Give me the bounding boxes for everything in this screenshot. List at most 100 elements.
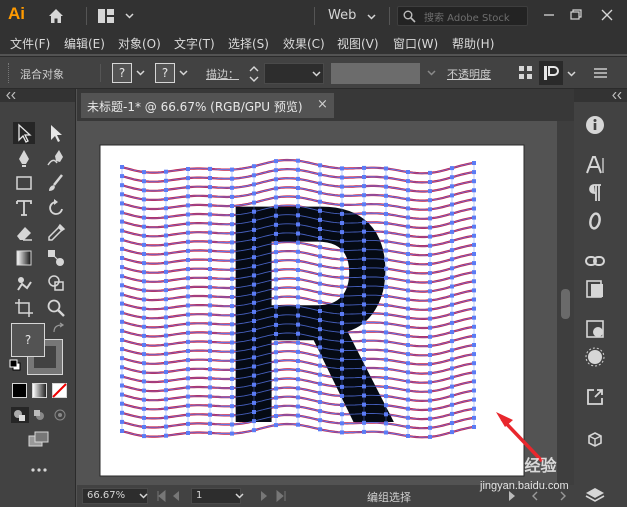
links-panel-icon[interactable] xyxy=(585,251,605,271)
layers-panel-icon[interactable] xyxy=(585,487,605,503)
export-panel-icon[interactable] xyxy=(585,387,605,407)
libraries-panel-icon[interactable] xyxy=(585,431,605,451)
menu-select[interactable]: 选择(S) xyxy=(228,35,269,52)
dock-header[interactable] xyxy=(574,89,627,102)
menu-file[interactable]: 文件(F) xyxy=(10,35,50,52)
anchor-point xyxy=(252,182,256,187)
anchor-point xyxy=(186,212,190,217)
search-icon xyxy=(403,10,416,23)
rotate-tool[interactable] xyxy=(45,197,67,219)
menu-view[interactable]: 视图(V) xyxy=(337,35,379,52)
menu-effect[interactable]: 效果(C) xyxy=(283,35,325,52)
restore-icon[interactable] xyxy=(563,4,589,26)
chevron-down-icon[interactable] xyxy=(567,71,576,77)
color-mode-button[interactable] xyxy=(12,383,27,398)
menu-window[interactable]: 窗口(W) xyxy=(393,35,438,52)
chevron-down-icon[interactable] xyxy=(125,13,134,19)
first-prev-artboard-icon[interactable] xyxy=(155,490,185,502)
draw-normal-button[interactable] xyxy=(11,407,29,423)
rectangle-tool[interactable] xyxy=(13,172,35,194)
arrange-documents-icon[interactable] xyxy=(98,9,114,23)
chevron-down-icon[interactable] xyxy=(235,493,244,499)
stroke-weight-input[interactable] xyxy=(264,63,324,84)
menu-object[interactable]: 对象(O) xyxy=(118,35,161,52)
artboards-panel-icon[interactable] xyxy=(585,279,605,299)
blend-tool[interactable] xyxy=(45,247,67,269)
anchor-point xyxy=(340,266,344,271)
anchor-point xyxy=(164,360,168,365)
anchor-point xyxy=(340,184,344,189)
tools-panel-header[interactable] xyxy=(0,89,75,102)
appearance-panel-icon[interactable] xyxy=(585,319,605,339)
stroke-label[interactable]: 描边： xyxy=(206,66,239,82)
default-colors-icon[interactable] xyxy=(9,359,21,371)
gradient-mode-button[interactable] xyxy=(32,383,47,398)
eyedropper-icon xyxy=(48,223,66,241)
anchor-point xyxy=(340,175,344,180)
more-tools-icon[interactable] xyxy=(30,467,48,473)
letter-r[interactable]: R xyxy=(219,140,399,485)
zoom-tool[interactable] xyxy=(45,297,67,319)
anchor-point xyxy=(274,204,278,209)
shape-builder-tool[interactable] xyxy=(45,272,67,294)
fill-indicator-front[interactable]: ? xyxy=(11,323,45,357)
collapse-icon[interactable] xyxy=(6,92,16,99)
chevron-down-icon[interactable] xyxy=(139,493,148,499)
document-tab[interactable]: 未标题-1* @ 66.67% (RGB/GPU 预览) × xyxy=(81,93,334,118)
collapse-icon[interactable] xyxy=(612,92,622,99)
eyedropper-tool[interactable] xyxy=(45,222,67,244)
anchor-point xyxy=(450,384,454,389)
scroll-thumb[interactable] xyxy=(561,289,570,319)
swap-fill-stroke-icon[interactable] xyxy=(52,322,66,336)
chevron-down-icon[interactable] xyxy=(367,14,376,20)
artboard-tool[interactable] xyxy=(13,297,35,319)
eraser-tool[interactable] xyxy=(13,222,35,244)
character-panel-icon[interactable] xyxy=(585,155,605,175)
draw-inside-icon[interactable] xyxy=(51,407,69,423)
properties-icon[interactable] xyxy=(585,115,605,135)
workspace-switcher[interactable]: Web xyxy=(328,8,356,23)
minimize-icon[interactable] xyxy=(536,4,562,26)
canvas[interactable]: R xyxy=(77,121,557,485)
puppet-warp-tool[interactable] xyxy=(13,272,35,294)
opacity-label[interactable]: 不透明度 xyxy=(447,66,491,82)
anchor-point xyxy=(208,176,212,180)
anchor-point xyxy=(120,246,124,251)
anchor-point xyxy=(274,168,278,173)
align-grid-icon[interactable] xyxy=(519,66,533,80)
curvature-tool[interactable] xyxy=(45,147,67,169)
panel-menu-icon[interactable] xyxy=(594,67,607,79)
draw-behind-icon[interactable] xyxy=(31,407,49,423)
home-icon[interactable] xyxy=(47,7,65,25)
gradient-panel-icon[interactable] xyxy=(585,347,605,367)
menu-help[interactable]: 帮助(H) xyxy=(452,35,494,52)
gradient-tool[interactable] xyxy=(13,247,35,269)
stock-search-input[interactable]: 搜索 Adobe Stock xyxy=(397,6,528,26)
vertical-scrollbar[interactable] xyxy=(557,121,574,485)
anchor-point xyxy=(186,349,190,353)
stroke-swatch[interactable]: ? xyxy=(155,63,191,83)
artboard-number-input[interactable]: 1 xyxy=(191,488,241,504)
anchor-point xyxy=(142,197,146,202)
selection-tool[interactable] xyxy=(13,122,35,144)
menu-edit[interactable]: 编辑(E) xyxy=(64,35,105,52)
next-last-artboard-icon[interactable] xyxy=(257,490,291,502)
variable-width-profile[interactable] xyxy=(331,63,420,84)
pen-tool[interactable] xyxy=(13,147,35,169)
anchor-point xyxy=(362,393,366,398)
fill-swatch[interactable]: ? xyxy=(112,63,148,83)
chevron-down-icon[interactable] xyxy=(427,70,436,76)
close-document-icon[interactable]: × xyxy=(317,97,328,112)
direct-selection-tool[interactable] xyxy=(45,122,67,144)
recolor-button[interactable] xyxy=(539,61,563,85)
type-tool[interactable] xyxy=(13,197,35,219)
anchor-point xyxy=(450,302,454,307)
close-window-icon[interactable] xyxy=(594,4,620,26)
paintbrush-tool[interactable] xyxy=(45,172,67,194)
menu-type[interactable]: 文字(T) xyxy=(174,35,215,52)
opentype-panel-icon[interactable] xyxy=(585,211,605,231)
stepper-icon[interactable] xyxy=(248,64,260,84)
none-mode-icon[interactable] xyxy=(52,383,67,398)
screen-mode-icon[interactable] xyxy=(28,431,50,447)
paragraph-panel-icon[interactable] xyxy=(585,183,605,203)
